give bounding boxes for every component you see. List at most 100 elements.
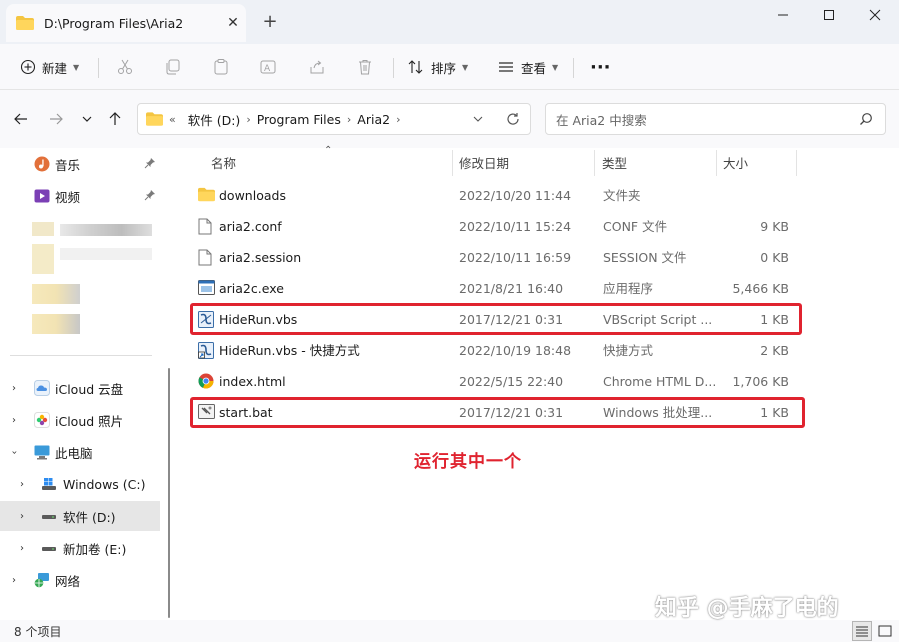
column-header-type[interactable]: 类型 xyxy=(602,148,627,176)
refresh-icon[interactable] xyxy=(506,112,520,129)
forward-button[interactable] xyxy=(45,108,67,130)
sidebar-item-this-pc[interactable]: › 此电脑 xyxy=(0,437,160,467)
file-date: 2022/10/19 18:48 xyxy=(459,343,572,358)
sort-ascending-icon: ⌃ xyxy=(324,145,333,156)
icloud-photos-icon xyxy=(34,412,50,428)
more-options-button[interactable]: ··· xyxy=(590,52,611,82)
chevron-right-icon[interactable]: › xyxy=(12,415,16,426)
delete-button[interactable] xyxy=(356,52,374,82)
pin-icon[interactable] xyxy=(144,157,156,172)
sidebar-item-icloud-drive[interactable]: › iCloud 云盘 xyxy=(0,373,160,403)
view-button[interactable]: 查看 ▼ xyxy=(497,52,558,82)
column-header-name[interactable]: 名称 xyxy=(211,148,236,176)
chevron-down-icon[interactable]: › xyxy=(9,450,20,454)
sort-label: 排序 xyxy=(431,60,457,76)
chevron-right-icon[interactable]: › xyxy=(20,543,24,554)
watermark: 知乎 @手麻了电的 xyxy=(655,596,839,621)
sidebar-item-label: iCloud 云盘 xyxy=(55,381,124,397)
file-type: Chrome HTML D... xyxy=(603,374,717,389)
breadcrumb-drive[interactable]: 软件 (D:) xyxy=(188,110,241,129)
command-bar: 新建 ▼ A 排序 ▼ 查看 ▼ ··· xyxy=(0,44,899,90)
item-count: 8 个项目 xyxy=(14,625,62,639)
search-icon[interactable] xyxy=(859,112,873,129)
file-name: HideRun.vbs - 快捷方式 xyxy=(219,343,360,358)
vbs-shortcut-icon xyxy=(198,342,215,359)
file-type: 文件夹 xyxy=(603,188,641,203)
paste-button[interactable] xyxy=(212,52,230,82)
column-divider[interactable] xyxy=(716,150,717,176)
sidebar-item-drive-e[interactable]: › 新加卷 (E:) xyxy=(0,533,160,563)
minimize-icon[interactable] xyxy=(760,2,806,28)
chevron-right-icon: › xyxy=(396,112,401,126)
file-date: 2022/10/11 16:59 xyxy=(459,250,572,265)
back-button[interactable] xyxy=(10,108,32,130)
file-date: 2022/10/20 11:44 xyxy=(459,188,572,203)
windows-drive-icon xyxy=(41,476,57,492)
copy-button[interactable] xyxy=(164,52,182,82)
breadcrumb-aria2[interactable]: Aria2 xyxy=(357,112,390,127)
chevron-right-icon[interactable]: › xyxy=(12,575,16,586)
redacted-item xyxy=(60,224,152,236)
pin-icon[interactable] xyxy=(144,189,156,204)
up-button[interactable] xyxy=(104,108,126,130)
arrow-left-icon xyxy=(14,113,27,125)
chevron-right-icon[interactable]: › xyxy=(20,479,24,490)
share-button[interactable] xyxy=(308,52,326,82)
sidebar-item-music[interactable]: 音乐 xyxy=(0,149,160,179)
file-row-downloads[interactable]: downloads 2022/10/20 11:44 文件夹 xyxy=(176,180,816,211)
maximize-icon[interactable] xyxy=(806,2,852,28)
file-row-aria2-session[interactable]: aria2.session 2022/10/11 16:59 SESSION 文… xyxy=(176,242,816,273)
search-input[interactable]: 在 Aria2 中搜索 xyxy=(556,110,647,129)
sidebar-item-drive-d[interactable]: › 软件 (D:) xyxy=(0,501,160,531)
tab-close-icon[interactable]: ✕ xyxy=(220,15,246,31)
chevron-right-icon[interactable]: › xyxy=(20,511,24,522)
overflow-icon[interactable]: « xyxy=(169,113,176,126)
column-header-size[interactable]: 大小 xyxy=(723,148,748,176)
recent-locations-button[interactable] xyxy=(76,108,98,130)
file-size: 1,706 KB xyxy=(732,374,789,389)
video-icon xyxy=(34,188,50,204)
column-divider[interactable] xyxy=(452,150,453,176)
column-header-date[interactable]: 修改日期 xyxy=(459,148,509,176)
file-row-aria2c-exe[interactable]: aria2c.exe 2021/8/21 16:40 应用程序 5,466 KB xyxy=(176,273,816,304)
trash-icon xyxy=(359,60,371,75)
highlight-box-hiderun xyxy=(190,303,802,335)
arrow-up-icon xyxy=(109,112,121,125)
plus-circle-icon xyxy=(20,59,36,75)
redacted-item xyxy=(60,248,152,260)
this-pc-icon xyxy=(34,444,50,460)
address-bar[interactable]: « 软件 (D:) › Program Files › Aria2 › xyxy=(137,103,531,135)
sort-button[interactable]: 排序 ▼ xyxy=(407,52,468,82)
column-divider[interactable] xyxy=(594,150,595,176)
close-window-icon[interactable] xyxy=(852,2,898,28)
redacted-item xyxy=(32,244,54,274)
sidebar-item-label: 此电脑 xyxy=(55,445,93,461)
file-row-hiderun-shortcut[interactable]: HideRun.vbs - 快捷方式 2022/10/19 18:48 快捷方式… xyxy=(176,335,816,366)
new-button[interactable]: 新建 ▼ xyxy=(20,52,79,82)
column-divider[interactable] xyxy=(796,150,797,176)
sidebar-item-label: 软件 (D:) xyxy=(63,509,116,525)
sidebar-scrollbar[interactable] xyxy=(168,368,170,618)
tiles-view-icon[interactable] xyxy=(875,621,895,641)
file-name: downloads xyxy=(219,188,286,203)
rename-button[interactable]: A xyxy=(259,52,277,82)
new-tab-button[interactable]: + xyxy=(258,11,282,35)
sidebar-item-label: 新加卷 (E:) xyxy=(63,541,127,557)
sidebar-item-icloud-photos[interactable]: › iCloud 照片 xyxy=(0,405,160,435)
chevron-right-icon[interactable]: › xyxy=(12,383,16,394)
sidebar-item-drive-c[interactable]: › Windows (C:) xyxy=(0,469,160,499)
file-row-aria2-conf[interactable]: aria2.conf 2022/10/11 15:24 CONF 文件 9 KB xyxy=(176,211,816,242)
file-icon xyxy=(198,249,215,266)
file-row-index-html[interactable]: index.html 2022/5/15 22:40 Chrome HTML D… xyxy=(176,366,816,397)
search-box[interactable]: 在 Aria2 中搜索 xyxy=(545,103,886,135)
file-name: aria2.session xyxy=(219,250,302,265)
breadcrumb-program-files[interactable]: Program Files xyxy=(257,112,341,127)
sidebar-item-network[interactable]: › 网络 xyxy=(0,565,160,595)
address-dropdown-icon[interactable] xyxy=(472,113,484,128)
cut-button[interactable] xyxy=(116,52,134,82)
divider xyxy=(98,58,99,78)
details-view-icon[interactable] xyxy=(852,621,872,641)
file-date: 2022/10/11 15:24 xyxy=(459,219,572,234)
tab-aria2[interactable]: D:\Program Files\Aria2 ✕ xyxy=(6,4,246,42)
sidebar-item-video[interactable]: 视频 xyxy=(0,181,160,211)
